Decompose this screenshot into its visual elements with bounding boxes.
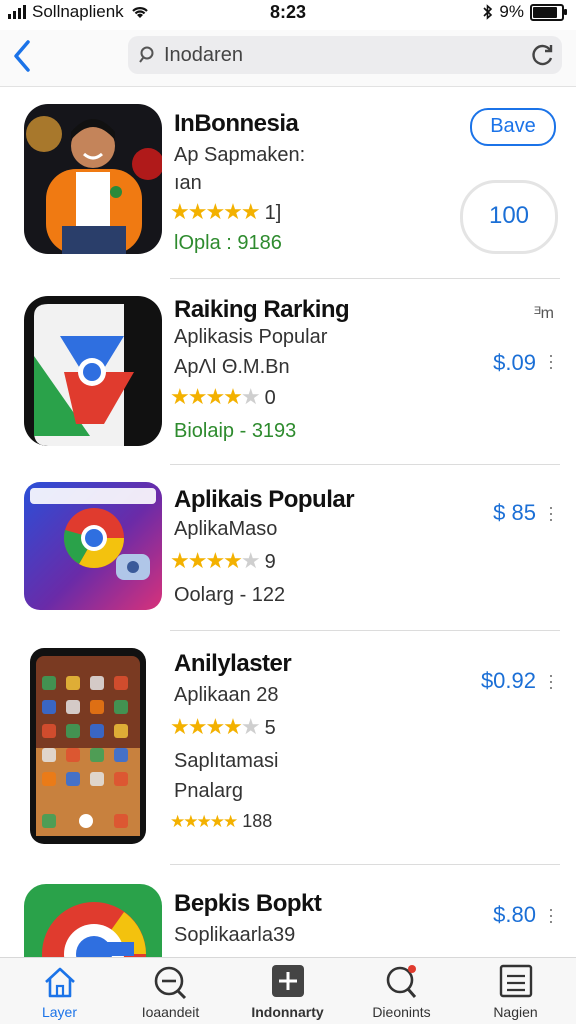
app-icon: [30, 648, 146, 844]
home-icon: [45, 967, 75, 998]
more-options-icon[interactable]: · · ·: [548, 900, 554, 930]
price-button[interactable]: $.80: [493, 902, 536, 928]
list-icon: [499, 964, 533, 998]
tab-label: Ioaandeit: [141, 1004, 200, 1020]
tab-discover[interactable]: Dieonints: [344, 958, 459, 1024]
more-options-icon[interactable]: · · ·: [548, 346, 554, 376]
rating-stars-small: ★★★★★ 188: [170, 811, 273, 831]
app-subtitle: Ap Sapmaken:: [174, 144, 306, 166]
app-meta: Biolaip - 3193: [174, 420, 297, 442]
rating-stars: ★★★★★ 1]: [170, 199, 282, 224]
tab-label: Layer: [41, 1004, 78, 1020]
app-subtitle-2: Saplıtamasi: [174, 750, 279, 772]
app-subtitle: AplikaMaso: [174, 518, 278, 540]
app-subtitle: Soplikaarla39: [174, 924, 296, 946]
action-button[interactable]: 100: [460, 180, 558, 254]
app-meta: lOpla : 9186: [174, 232, 282, 254]
price-button[interactable]: $ 85: [493, 500, 536, 526]
battery-icon: [530, 3, 567, 21]
app-icon: [24, 104, 162, 254]
rating-count: 9: [264, 551, 276, 573]
save-button[interactable]: Bave: [470, 108, 556, 146]
app-title[interactable]: Anilylaster: [174, 650, 292, 678]
app-subtitle: Aplikaan 28: [174, 684, 279, 706]
rating-stars: ★★★★★ 9: [170, 548, 276, 573]
tab-label: Nagien: [493, 1004, 538, 1020]
search-bar[interactable]: Inodaren: [128, 36, 562, 74]
rating-stars: ★★★★★ 5: [170, 714, 276, 739]
app-title[interactable]: Aplikais Popular: [174, 486, 355, 514]
tab-bar: Layer Ioaandeit Indonnarty Dieonints Nag…: [0, 957, 576, 1024]
bluetooth-icon: [483, 4, 493, 20]
tab-home[interactable]: Layer: [2, 958, 117, 1024]
reload-icon[interactable]: [530, 42, 556, 68]
search-icon: [139, 46, 154, 63]
battery-percent: 9%: [499, 2, 524, 21]
divider: [170, 278, 560, 279]
price-button[interactable]: $.09: [493, 350, 536, 376]
divider: [170, 864, 560, 865]
app-subtitle: Aplikasis Popular: [174, 326, 328, 348]
tab-list[interactable]: Nagien: [458, 958, 573, 1024]
tab-add[interactable]: Indonnarty: [230, 958, 345, 1024]
app-meta: Oolarg - 122: [174, 584, 286, 606]
plus-square-icon: [272, 965, 304, 997]
app-icon: [24, 482, 162, 610]
more-options-icon[interactable]: · · ·: [548, 498, 554, 528]
tab-search[interactable]: Ioaandeit: [113, 958, 228, 1024]
app-meta: 188: [242, 811, 273, 831]
app-icon: [24, 884, 162, 958]
app-title[interactable]: InBonnesia: [174, 110, 299, 138]
rating-count: 1]: [264, 202, 282, 224]
tab-label: Dieonints: [372, 1004, 431, 1020]
more-options-icon[interactable]: · · ·: [548, 666, 554, 696]
tab-label: Indonnarty: [251, 1004, 324, 1020]
rating-stars: ★★★★★ 0: [170, 384, 276, 409]
rating-count: 5: [264, 717, 276, 739]
app-subtitle-2: ApΛl Θ.M.Bn: [174, 356, 290, 378]
rating-count: 0: [264, 387, 276, 409]
search-minus-icon: [154, 966, 187, 1000]
status-bar: Sollnaplienk 8:23 9%: [0, 0, 576, 26]
corner-label: ᴲm: [534, 305, 554, 322]
app-subtitle-2: ıan: [174, 172, 202, 194]
divider: [170, 630, 560, 631]
app-title[interactable]: Bepkis Bopkt: [174, 890, 322, 918]
app-icon: [24, 296, 162, 446]
header: Inodaren: [0, 30, 576, 87]
app-title[interactable]: Raiking Rarking: [174, 296, 350, 324]
price-button[interactable]: $0.92: [481, 668, 536, 694]
magnifier-badge-icon: [386, 965, 417, 998]
divider: [170, 464, 560, 465]
app-subtitle-3: Pnalarg: [174, 780, 243, 802]
search-input[interactable]: Inodaren: [164, 44, 243, 67]
back-chevron-icon[interactable]: [10, 36, 36, 76]
